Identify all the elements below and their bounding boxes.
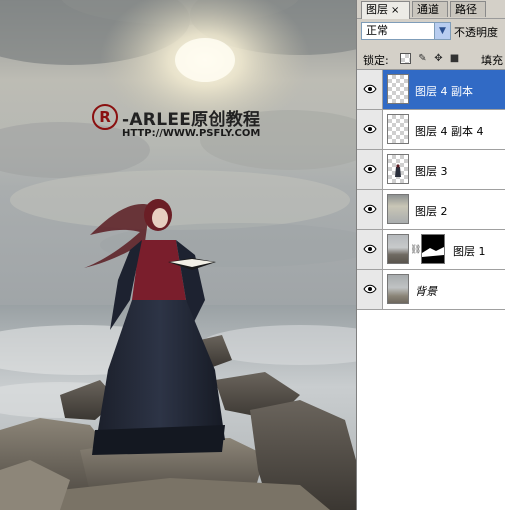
tab-paths[interactable]: 路径 — [450, 1, 486, 17]
layer-name: 图层 1 — [453, 245, 486, 258]
layer-row[interactable]: 图层 4 副本 — [357, 70, 505, 110]
lock-move-icon[interactable]: ✥ — [433, 53, 444, 64]
watermark-url: HTTP://WWW.PSFLY.COM — [122, 128, 261, 139]
blend-mode-select[interactable]: 正常 ▼ — [361, 22, 451, 40]
eye-icon — [363, 204, 377, 214]
blend-mode-value: 正常 — [366, 24, 388, 37]
eye-icon — [363, 284, 377, 294]
eye-icon — [363, 244, 377, 254]
layers-panel: 图层 × 通道 路径 正常 ▼ 不透明度 锁定: ✎ ✥ ■ 填充 图层 4 副本 — [356, 0, 505, 510]
fill-label: 填充 — [481, 54, 503, 67]
lock-brush-icon[interactable]: ✎ — [417, 53, 428, 64]
document-canvas[interactable]: R -ARLEE原创教程 HTTP://WWW.PSFLY.COM — [0, 0, 356, 510]
layer-name: 图层 4 副本 — [415, 85, 473, 98]
layer-row[interactable]: 图层 4 副本 4 — [357, 110, 505, 150]
layer-thumbnail — [387, 274, 409, 304]
visibility-toggle[interactable] — [357, 70, 383, 109]
tab-layers[interactable]: 图层 × — [361, 1, 410, 19]
tab-channels[interactable]: 通道 — [412, 1, 448, 17]
layer-row[interactable]: 图层 3 — [357, 150, 505, 190]
eye-icon — [363, 84, 377, 94]
layer-thumbnail — [387, 114, 409, 144]
layer-name: 背景 — [415, 285, 437, 298]
chevron-down-icon[interactable]: ▼ — [434, 23, 450, 39]
layer-list: 图层 4 副本 图层 4 副本 4 图层 3 图层 2 ⛓ 图层 1 背景 — [357, 70, 505, 510]
watermark-logo-icon: R — [92, 104, 118, 130]
layer-name: 图层 2 — [415, 205, 448, 218]
blend-row: 正常 ▼ 不透明度 — [357, 20, 505, 44]
eye-icon — [363, 124, 377, 134]
chain-link-icon[interactable]: ⛓ — [410, 244, 421, 256]
visibility-toggle[interactable] — [357, 110, 383, 149]
tab-paths-label: 路径 — [455, 3, 477, 16]
layer-thumbnail — [387, 194, 409, 224]
lock-all-icon[interactable]: ■ — [449, 53, 460, 64]
visibility-toggle[interactable] — [357, 190, 383, 229]
lock-transparency-icon[interactable] — [400, 53, 411, 64]
mask-thumbnail-art — [422, 235, 444, 263]
panel-tabs: 图层 × 通道 路径 — [357, 0, 505, 19]
eye-icon — [363, 164, 377, 174]
visibility-toggle[interactable] — [357, 230, 383, 269]
layer-name: 图层 4 副本 4 — [415, 125, 484, 138]
layer-row[interactable]: 图层 2 — [357, 190, 505, 230]
photo-artwork — [0, 0, 356, 510]
lock-row: 锁定: ✎ ✥ ■ 填充 — [357, 47, 505, 70]
layer-thumbnail — [387, 154, 409, 184]
tab-channels-label: 通道 — [417, 3, 439, 16]
layer-row[interactable]: ⛓ 图层 1 — [357, 230, 505, 270]
layer-thumbnail — [387, 234, 409, 264]
layer-thumbnail — [387, 74, 409, 104]
watermark-title: -ARLEE原创教程 — [122, 110, 261, 130]
close-icon[interactable]: × — [391, 5, 399, 16]
opacity-label: 不透明度 — [454, 26, 498, 39]
figure-thumbnail-art — [395, 164, 401, 177]
layer-row[interactable]: 背景 — [357, 270, 505, 310]
visibility-toggle[interactable] — [357, 270, 383, 309]
visibility-toggle[interactable] — [357, 150, 383, 189]
layer-mask-thumbnail[interactable] — [421, 234, 445, 264]
tab-layers-label: 图层 — [366, 3, 388, 16]
lock-label: 锁定: — [363, 54, 389, 67]
layer-name: 图层 3 — [415, 165, 448, 178]
